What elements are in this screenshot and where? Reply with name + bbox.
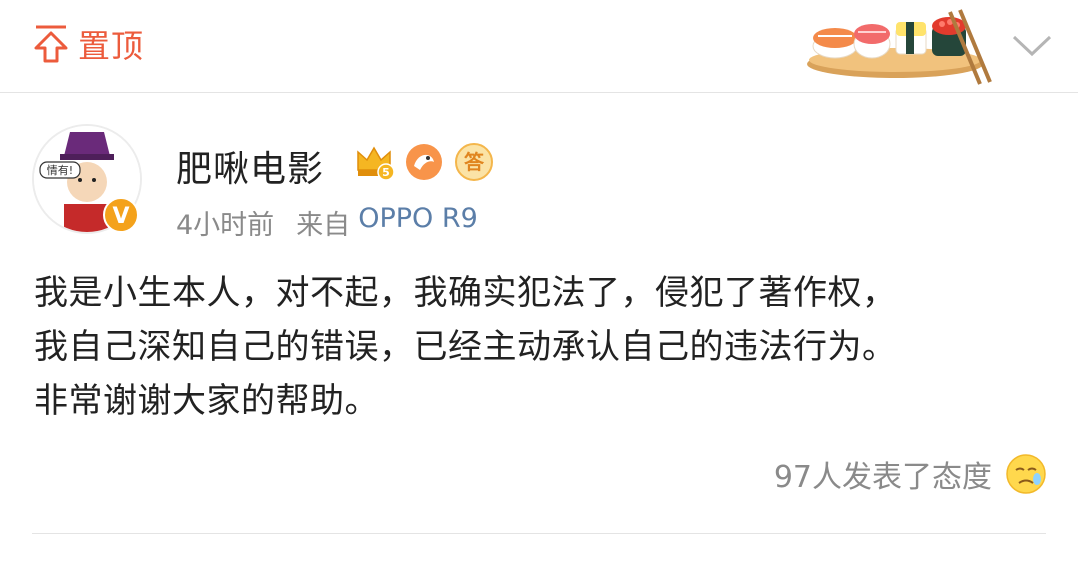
- pin-label: 置顶: [78, 27, 145, 65]
- answer-badge-text: 答: [464, 150, 485, 174]
- verified-v-text: V: [112, 204, 129, 229]
- level-text: 5: [382, 166, 390, 179]
- verified-v-icon: V: [103, 197, 139, 233]
- reactions-summary[interactable]: 97人发表了态度: [774, 452, 1048, 496]
- chevron-down-icon[interactable]: [1010, 28, 1054, 62]
- source-device-link[interactable]: OPPO R9: [358, 203, 478, 242]
- bird-badge-icon[interactable]: [402, 140, 446, 184]
- emoji-face-icon[interactable]: [1004, 452, 1048, 496]
- author-name[interactable]: 肥啾电影: [176, 140, 324, 192]
- sushi-banner-icon: [807, 9, 992, 85]
- pin-to-top-button[interactable]: 置顶: [32, 22, 144, 66]
- answer-badge-icon[interactable]: 答: [452, 140, 496, 184]
- author-badges: 5 答: [352, 140, 496, 184]
- reactions-text[interactable]: 97人发表了态度: [774, 452, 992, 496]
- post-time: 4小时前: [176, 210, 275, 241]
- post-content: 我是小生本人，对不起，我确实犯法了，侵犯了著作权， 我自己深知自己的错误，已经主…: [34, 266, 1054, 428]
- post-source: 来自 OPPO R9: [296, 203, 478, 242]
- post-line: 我自己深知自己的错误，已经主动承认自己的违法行为。: [34, 327, 897, 367]
- post-meta: 4小时前 来自 OPPO R9: [176, 203, 478, 242]
- post-line: 我是小生本人，对不起，我确实犯法了，侵犯了著作权，: [34, 273, 897, 313]
- post-line: 非常谢谢大家的帮助。: [34, 381, 379, 421]
- avatar-text: 情有!: [47, 163, 73, 177]
- top-bar: 置顶: [0, 0, 1078, 93]
- crown-badge-icon[interactable]: 5: [352, 140, 396, 184]
- divider: [32, 533, 1046, 534]
- pin-top-icon: [34, 25, 68, 63]
- source-prefix: 来自: [296, 210, 351, 241]
